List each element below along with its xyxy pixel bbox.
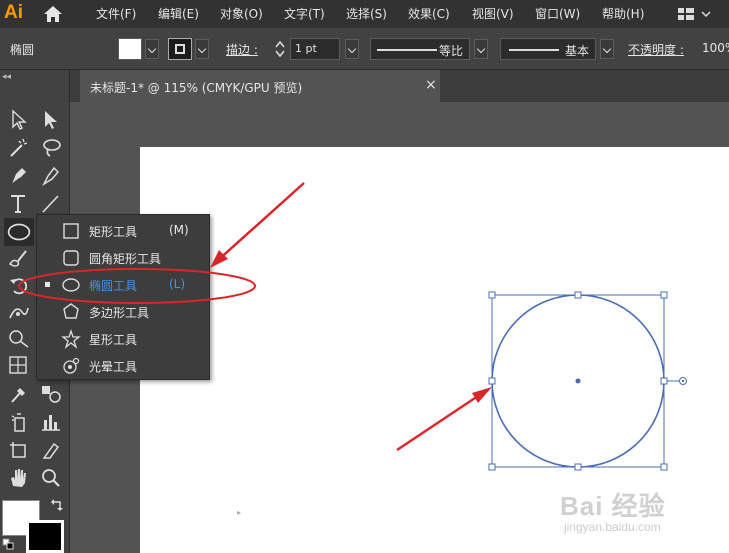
menu-edit[interactable]: 编辑(E): [158, 5, 199, 22]
lasso-tool-icon[interactable]: [38, 136, 64, 160]
paintbrush-tool-icon[interactable]: [6, 246, 32, 270]
swap-fill-stroke-icon[interactable]: [50, 498, 64, 512]
menu-help[interactable]: 帮助(H): [602, 5, 644, 22]
profile-dropdown[interactable]: [474, 39, 488, 59]
watermark-url: jingyan.baidu.com: [564, 520, 661, 534]
control-bar: 椭圆 描边 : 1 pt 等比 基本 不透明度 : 100%: [0, 28, 729, 70]
watermark-brand: Bai 经验: [560, 491, 666, 521]
brush-dropdown[interactable]: [600, 39, 614, 59]
workspace-switcher-icon[interactable]: [678, 5, 718, 23]
perspective-grid-tool-icon[interactable]: [6, 354, 32, 378]
default-fill-stroke-icon[interactable]: [2, 538, 14, 550]
shape-builder-tool-icon[interactable]: [6, 327, 32, 351]
eyedropper-tool-icon[interactable]: [6, 382, 32, 406]
rotate-tool-icon[interactable]: [6, 274, 32, 298]
flare-icon: [63, 357, 80, 374]
symbol-sprayer-tool-icon[interactable]: [6, 410, 32, 434]
variable-width-profile[interactable]: 等比: [370, 38, 470, 60]
home-icon[interactable]: [40, 4, 66, 24]
blend-tool-icon[interactable]: [38, 382, 64, 406]
type-tool-icon[interactable]: [6, 192, 32, 216]
stroke-stepper-icon[interactable]: [274, 39, 286, 59]
curvature-tool-icon[interactable]: [38, 164, 64, 188]
opacity-value[interactable]: 100%: [702, 41, 729, 55]
document-tab[interactable]: 未标题-1* @ 115% (CMYK/GPU 预览) ×: [80, 70, 440, 102]
shape-tools-flyout: 矩形工具 (M) 圆角矩形工具 椭圆工具 (L) 多边形工具 星形工具 光晕工具…: [36, 214, 241, 517]
menu-select[interactable]: 选择(S): [346, 5, 387, 22]
stroke-swatch[interactable]: [26, 520, 64, 553]
width-tool-icon[interactable]: [6, 300, 32, 324]
ellipse-object[interactable]: [485, 289, 691, 475]
slice-tool-icon[interactable]: [38, 438, 64, 462]
selected-object-label: 椭圆: [10, 43, 35, 57]
collapse-panel-icon[interactable]: ◂◂: [2, 72, 11, 82]
menu-file[interactable]: 文件(F): [96, 5, 136, 22]
stroke-dropdown[interactable]: [195, 39, 209, 59]
menu-object[interactable]: 对象(O): [220, 5, 263, 22]
column-graph-tool-icon[interactable]: [38, 410, 64, 434]
stroke-weight-field[interactable]: 1 pt: [290, 38, 340, 60]
star-icon: [61, 329, 81, 349]
close-icon[interactable]: ×: [425, 77, 437, 93]
stroke-color-swatch[interactable]: [168, 38, 192, 60]
magic-wand-tool-icon[interactable]: [6, 136, 32, 160]
app-logo: Ai: [4, 2, 23, 23]
stroke-label[interactable]: 描边 :: [226, 41, 258, 58]
brush-definition[interactable]: 基本: [500, 38, 596, 60]
polygon-icon: [63, 303, 79, 319]
document-tab-title: 未标题-1* @ 115% (CMYK/GPU 预览): [90, 81, 303, 95]
line-segment-tool-icon[interactable]: [38, 192, 64, 216]
zoom-tool-icon[interactable]: [38, 466, 64, 490]
pen-tool-icon[interactable]: [6, 164, 32, 188]
flyout-item-polygon[interactable]: 多边形工具: [37, 298, 209, 325]
flyout-item-ellipse[interactable]: 椭圆工具 (L): [37, 271, 209, 298]
stroke-weight-dropdown[interactable]: [345, 39, 359, 59]
fill-color-swatch[interactable]: [118, 38, 142, 60]
selection-tool-icon[interactable]: [6, 108, 32, 132]
menu-view[interactable]: 视图(V): [472, 5, 514, 22]
flyout-item-rounded-rectangle[interactable]: 圆角矩形工具: [37, 244, 209, 271]
menu-window[interactable]: 窗口(W): [535, 5, 580, 22]
menu-type[interactable]: 文字(T): [284, 5, 325, 22]
flyout-item-flare[interactable]: 光晕工具: [37, 352, 209, 379]
watermark: Bai 经验 jingyan.baidu.com: [560, 486, 720, 546]
ellipse-tool-icon[interactable]: [4, 218, 34, 246]
flyout-item-star[interactable]: 星形工具: [37, 325, 209, 352]
rectangle-icon: [63, 223, 79, 239]
menu-bar: Ai 文件(F) 编辑(E) 对象(O) 文字(T) 选择(S) 效果(C) 视…: [0, 0, 729, 28]
fill-dropdown[interactable]: [145, 39, 159, 59]
artboard-tool-icon[interactable]: [6, 438, 32, 462]
menu-effect[interactable]: 效果(C): [408, 5, 450, 22]
flyout-expand-icon[interactable]: ▸: [237, 508, 241, 517]
ellipse-icon: [62, 278, 80, 292]
hand-tool-icon[interactable]: [6, 466, 32, 490]
document-tab-bar: 未标题-1* @ 115% (CMYK/GPU 预览) ×: [70, 70, 729, 102]
current-tool-indicator: [45, 282, 50, 287]
direct-selection-tool-icon[interactable]: [38, 108, 64, 132]
rounded-rectangle-icon: [63, 250, 79, 266]
opacity-label[interactable]: 不透明度 :: [628, 41, 684, 58]
flyout-item-rectangle[interactable]: 矩形工具 (M): [37, 217, 209, 244]
